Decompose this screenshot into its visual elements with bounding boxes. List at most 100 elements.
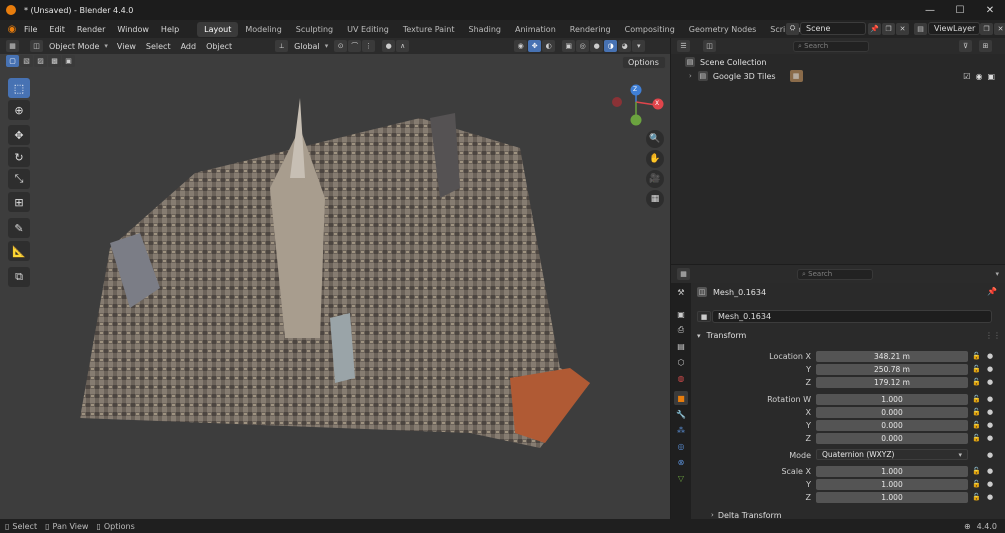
object-mode-dropdown[interactable]: Object Mode xyxy=(44,42,104,51)
3d-viewport[interactable]: ▦ ◫ Object Mode ▾ View Select Add Object… xyxy=(0,38,670,519)
blender-menu-icon[interactable]: ◉ xyxy=(6,23,18,35)
new-scene-icon[interactable]: ❐ xyxy=(882,22,895,35)
camera-view-icon[interactable]: 🎥 xyxy=(646,170,664,188)
menu-object[interactable]: Object xyxy=(201,42,237,51)
lock-icon[interactable]: 🔓 xyxy=(972,352,981,360)
select-intersect-icon[interactable]: ▣ xyxy=(62,55,75,67)
mesh-selector[interactable]: ■ Mesh_0.1634 xyxy=(697,310,992,323)
scale-y-field[interactable]: 1.000 xyxy=(816,479,968,490)
display-mode-icon[interactable]: ◫ xyxy=(703,40,716,52)
select-invert-icon[interactable]: ▩ xyxy=(48,55,61,67)
camera-icon[interactable]: ▣ xyxy=(987,72,995,81)
checkbox-icon[interactable]: ☑ xyxy=(963,72,970,81)
shading-solid-icon[interactable]: ● xyxy=(590,40,604,52)
lock-icon[interactable]: 🔓 xyxy=(972,408,981,416)
scene-field[interactable]: Scene xyxy=(800,22,866,35)
annotate-tool-icon[interactable]: ✎ xyxy=(8,218,30,238)
keyframe-icon[interactable]: ● xyxy=(987,480,993,488)
tab-rendering[interactable]: Rendering xyxy=(563,22,618,37)
cursor-tool-icon[interactable]: ⊕ xyxy=(8,100,30,120)
lock-icon[interactable]: 🔓 xyxy=(972,395,981,403)
chevron-down-icon[interactable]: ▾ xyxy=(995,270,999,278)
keyframe-icon[interactable]: ● xyxy=(987,395,993,403)
shading-rendered-icon[interactable]: ◕ xyxy=(618,40,632,52)
lock-icon[interactable]: 🔓 xyxy=(972,493,981,501)
scale-z-field[interactable]: 1.000 xyxy=(816,492,968,503)
rotate-tool-icon[interactable]: ↻ xyxy=(8,147,30,167)
pin-icon[interactable]: 📌 xyxy=(987,287,997,296)
properties-editor-icon[interactable]: ▦ xyxy=(677,268,690,280)
transform-panel-header[interactable]: ▾ Transform ⋮⋮ xyxy=(697,331,1001,340)
pan-hand-icon[interactable]: ✋ xyxy=(646,150,664,168)
keyframe-icon[interactable]: ● xyxy=(987,421,993,429)
outliner-editor-icon[interactable]: ☰ xyxy=(677,40,690,52)
location-y-field[interactable]: 250.78 m xyxy=(816,364,968,375)
menu-file[interactable]: File xyxy=(18,25,43,34)
modifier-tab-icon[interactable]: 🔧 xyxy=(674,407,688,421)
menu-render[interactable]: Render xyxy=(71,25,111,34)
snap-target-icon[interactable]: ⋮ xyxy=(362,40,376,52)
pin-scene-icon[interactable]: 📌 xyxy=(868,22,881,35)
outliner-search-input[interactable]: ⌕ Search xyxy=(793,40,869,52)
scene-collection-row[interactable]: ▤ Scene Collection xyxy=(685,57,767,67)
shading-wireframe-icon[interactable]: ◎ xyxy=(576,40,590,52)
visibility-icon[interactable]: ◉ xyxy=(514,40,528,52)
select-new-icon[interactable]: ▢ xyxy=(6,55,19,67)
rotation-x-field[interactable]: 0.000 xyxy=(816,407,968,418)
keyframe-icon[interactable]: ● xyxy=(987,408,993,416)
object-tab-icon[interactable]: ■ xyxy=(674,391,688,405)
tab-modeling[interactable]: Modeling xyxy=(238,22,288,37)
shading-material-icon[interactable]: ◑ xyxy=(604,40,618,52)
mesh-name-field[interactable]: Mesh_0.1634 xyxy=(712,310,992,323)
xray-icon[interactable]: ▣ xyxy=(562,40,576,52)
lock-icon[interactable]: 🔓 xyxy=(972,421,981,429)
view-layer-field[interactable]: ViewLayer xyxy=(928,22,980,35)
tab-uv-editing[interactable]: UV Editing xyxy=(340,22,396,37)
menu-view[interactable]: View xyxy=(112,42,141,51)
transform-tool-icon[interactable]: ⊞ xyxy=(8,192,30,212)
select-extend-icon[interactable]: ▧ xyxy=(20,55,33,67)
tab-layout[interactable]: Layout xyxy=(197,21,239,37)
proportional-edit-icon[interactable]: ● xyxy=(382,40,396,52)
lock-icon[interactable]: 🔓 xyxy=(972,467,981,475)
rotation-mode-dropdown[interactable]: Quaternion (WXYZ) ▾ xyxy=(816,449,968,460)
tab-texture-paint[interactable]: Texture Paint xyxy=(396,22,462,37)
select-box-tool-icon[interactable]: ⬚ xyxy=(8,78,30,98)
render-tab-icon[interactable]: ▣ xyxy=(674,307,688,321)
add-cube-tool-icon[interactable]: ⧉ xyxy=(8,267,30,287)
view-layer-tab-icon[interactable]: ▤ xyxy=(674,339,688,353)
tool-tab-icon[interactable]: ⚒ xyxy=(674,285,688,299)
close-button[interactable]: ✕ xyxy=(975,0,1005,20)
delta-transform-header[interactable]: › Delta Transform xyxy=(711,511,782,519)
gizmo-toggle-icon[interactable]: ✥ xyxy=(528,40,542,52)
output-tab-icon[interactable]: ⎙ xyxy=(674,323,688,337)
measure-tool-icon[interactable]: 📐 xyxy=(8,241,30,261)
keyframe-icon[interactable]: ● xyxy=(987,451,993,459)
pivot-point-icon[interactable]: ⊙ xyxy=(334,40,348,52)
lock-icon[interactable]: 🔓 xyxy=(972,480,981,488)
move-tool-icon[interactable]: ✥ xyxy=(8,125,30,145)
new-view-layer-icon[interactable]: ❐ xyxy=(980,22,993,35)
lock-icon[interactable]: 🔓 xyxy=(972,365,981,373)
keyframe-icon[interactable]: ● xyxy=(987,467,993,475)
lock-icon[interactable]: 🔓 xyxy=(972,378,981,386)
menu-help[interactable]: Help xyxy=(155,25,185,34)
keyframe-icon[interactable]: ● xyxy=(987,365,993,373)
object-type-icon[interactable]: ■ xyxy=(697,311,711,322)
drag-handle-icon[interactable]: ⋮⋮ xyxy=(985,331,1001,340)
minimize-button[interactable]: — xyxy=(915,0,945,20)
select-subtract-icon[interactable]: ▨ xyxy=(34,55,47,67)
tab-compositing[interactable]: Compositing xyxy=(618,22,682,37)
location-x-field[interactable]: 348.21 m xyxy=(816,351,968,362)
keyframe-icon[interactable]: ● xyxy=(987,352,993,360)
shading-options-icon[interactable]: ▾ xyxy=(632,40,646,52)
falloff-icon[interactable]: ∧ xyxy=(396,40,410,52)
particles-tab-icon[interactable]: ⁂ xyxy=(674,423,688,437)
outliner-item[interactable]: › ▤ Google 3D Tiles ▦ ☑ ◉ ▣ xyxy=(689,70,1001,82)
tab-sculpting[interactable]: Sculpting xyxy=(289,22,340,37)
keyframe-icon[interactable]: ● xyxy=(987,378,993,386)
tab-geometry-nodes[interactable]: Geometry Nodes xyxy=(682,22,763,37)
menu-window[interactable]: Window xyxy=(111,25,155,34)
maximize-button[interactable]: ☐ xyxy=(945,0,975,20)
zoom-icon[interactable]: 🔍 xyxy=(646,130,664,148)
